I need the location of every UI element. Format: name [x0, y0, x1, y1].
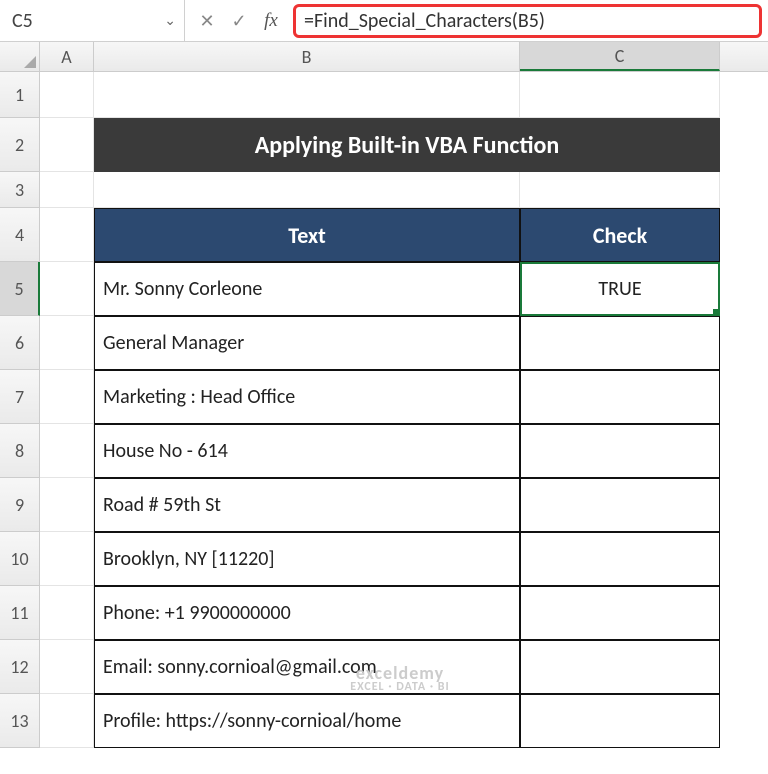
row-header-8[interactable]: 8 — [0, 424, 40, 478]
cell-C13[interactable] — [520, 694, 720, 748]
cancel-icon[interactable]: ✕ — [191, 0, 223, 41]
row-6: General Manager — [40, 316, 768, 370]
cell-C6[interactable] — [520, 316, 720, 370]
cell-A12[interactable] — [40, 640, 94, 694]
fx-icon[interactable]: fx — [255, 0, 287, 41]
cells-area: Applying Built-in VBA Function Text Chec… — [40, 72, 768, 748]
cell-C11[interactable] — [520, 586, 720, 640]
row-headers: 1 2 3 4 5 6 7 8 9 10 11 12 13 — [0, 72, 40, 748]
row-3 — [40, 172, 768, 208]
row-header-13[interactable]: 13 — [0, 694, 40, 748]
formula-input[interactable]: =Find_Special_Characters(B5) — [293, 4, 762, 38]
row-header-4[interactable]: 4 — [0, 208, 40, 262]
cell-B5[interactable]: Mr. Sonny Corleone — [94, 262, 520, 316]
cell-A8[interactable] — [40, 424, 94, 478]
column-header-B[interactable]: B — [94, 42, 520, 71]
cell-B6[interactable]: General Manager — [94, 316, 520, 370]
row-9: Road # 59th St — [40, 478, 768, 532]
cell-A13[interactable] — [40, 694, 94, 748]
cell-A11[interactable] — [40, 586, 94, 640]
row-7: Marketing : Head Office — [40, 370, 768, 424]
row-header-10[interactable]: 10 — [0, 532, 40, 586]
cell-B13[interactable]: Profile: https://sonny-cornioal/home — [94, 694, 520, 748]
row-12: Email: sonny.cornioal@gmail.com — [40, 640, 768, 694]
row-header-1[interactable]: 1 — [0, 72, 40, 118]
cell-C3[interactable] — [520, 172, 720, 208]
name-box[interactable]: C5 ⌄ — [0, 0, 185, 41]
enter-icon[interactable]: ✓ — [223, 0, 255, 41]
cell-B9[interactable]: Road # 59th St — [94, 478, 520, 532]
cell-C8[interactable] — [520, 424, 720, 478]
column-header-C[interactable]: C — [520, 42, 720, 71]
row-header-6[interactable]: 6 — [0, 316, 40, 370]
row-10: Brooklyn, NY [11220] — [40, 532, 768, 586]
header-text[interactable]: Text — [94, 208, 520, 262]
row-header-7[interactable]: 7 — [0, 370, 40, 424]
row-header-9[interactable]: 9 — [0, 478, 40, 532]
name-box-value: C5 — [12, 9, 33, 33]
select-all-corner[interactable] — [0, 42, 40, 71]
cell-C7[interactable] — [520, 370, 720, 424]
cell-A10[interactable] — [40, 532, 94, 586]
header-check[interactable]: Check — [520, 208, 720, 262]
cell-B10[interactable]: Brooklyn, NY [11220] — [94, 532, 520, 586]
cell-B1[interactable] — [94, 72, 520, 118]
row-8: House No - 614 — [40, 424, 768, 478]
cell-A5[interactable] — [40, 262, 94, 316]
row-4: Text Check — [40, 208, 768, 262]
grid: 1 2 3 4 5 6 7 8 9 10 11 12 13 Applying B… — [0, 72, 768, 748]
row-13: Profile: https://sonny-cornioal/home — [40, 694, 768, 748]
cell-A6[interactable] — [40, 316, 94, 370]
row-11: Phone: +1 9900000000 — [40, 586, 768, 640]
cell-B12[interactable]: Email: sonny.cornioal@gmail.com — [94, 640, 520, 694]
row-5: Mr. Sonny Corleone TRUE — [40, 262, 768, 316]
cell-C9[interactable] — [520, 478, 720, 532]
column-headers: A B C — [0, 42, 768, 72]
row-header-12[interactable]: 12 — [0, 640, 40, 694]
row-header-3[interactable]: 3 — [0, 172, 40, 208]
cell-A9[interactable] — [40, 478, 94, 532]
cell-B11[interactable]: Phone: +1 9900000000 — [94, 586, 520, 640]
title-cell[interactable]: Applying Built-in VBA Function — [94, 118, 720, 172]
row-2: Applying Built-in VBA Function — [40, 118, 768, 172]
cell-A7[interactable] — [40, 370, 94, 424]
row-header-5[interactable]: 5 — [0, 262, 40, 316]
row-1 — [40, 72, 768, 118]
cell-C12[interactable] — [520, 640, 720, 694]
cell-C1[interactable] — [520, 72, 720, 118]
cell-A1[interactable] — [40, 72, 94, 118]
formula-text: =Find_Special_Characters(B5) — [304, 9, 545, 33]
cell-A3[interactable] — [40, 172, 94, 208]
row-header-11[interactable]: 11 — [0, 586, 40, 640]
cell-B7[interactable]: Marketing : Head Office — [94, 370, 520, 424]
cell-B3[interactable] — [94, 172, 520, 208]
cell-A2[interactable] — [40, 118, 94, 172]
formula-bar-buttons: ✕ ✓ fx — [185, 0, 293, 41]
cell-A4[interactable] — [40, 208, 94, 262]
row-header-2[interactable]: 2 — [0, 118, 40, 172]
cell-C10[interactable] — [520, 532, 720, 586]
cell-C5[interactable]: TRUE — [520, 262, 720, 316]
cell-B8[interactable]: House No - 614 — [94, 424, 520, 478]
formula-bar: C5 ⌄ ✕ ✓ fx =Find_Special_Characters(B5) — [0, 0, 768, 42]
column-header-A[interactable]: A — [40, 42, 94, 71]
chevron-down-icon[interactable]: ⌄ — [164, 12, 176, 29]
